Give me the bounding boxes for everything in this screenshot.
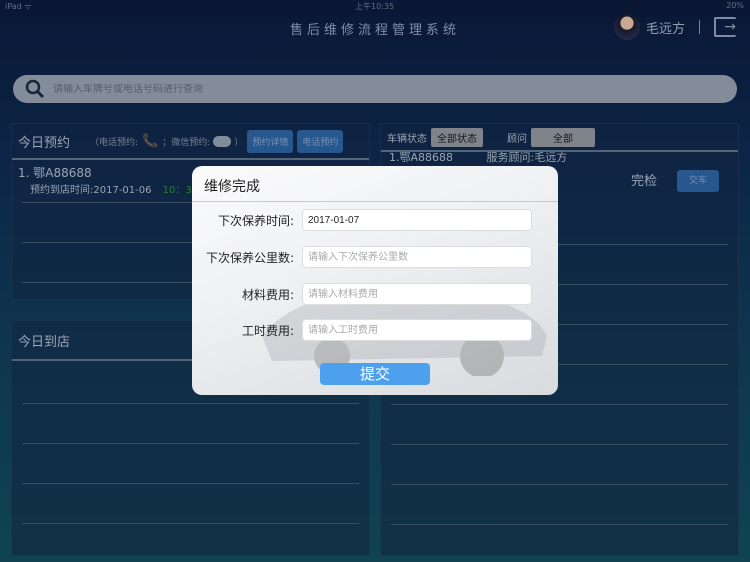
user-name: 毛远方 — [645, 21, 685, 37]
appointment-time: 预约到店时间:2017-01-06 — [30, 185, 152, 196]
material-cost-input[interactable] — [302, 283, 532, 305]
advisor-filter-label: 顾问 — [507, 133, 527, 145]
next-service-mileage-input[interactable] — [302, 246, 532, 268]
labor-cost-label: 工时费用: — [241, 323, 294, 338]
search-input[interactable] — [53, 83, 653, 95]
arrivals-title: 今日到店 — [18, 334, 71, 350]
repair-complete-dialog: 维修完成 下次保养时间: 下次保养公里数: 材料费用: 工时费用: 提交 — [192, 166, 558, 395]
device-label: iPad ᯤ — [5, 2, 32, 11]
next-service-date-input[interactable] — [302, 209, 532, 231]
wechat-icon — [213, 135, 232, 147]
next-service-date-label: 下次保养时间: — [217, 213, 294, 228]
divider — [699, 20, 700, 34]
status-select[interactable]: 全部状态 — [431, 127, 483, 147]
vehicle-state: 完检 — [631, 174, 658, 189]
advisor: 服务顾问:毛远方 — [486, 151, 568, 164]
logout-icon[interactable]: → — [714, 17, 736, 37]
clock: 上午10:35 — [355, 2, 395, 11]
phone-icon: 📞 — [142, 133, 159, 149]
dialog-title: 维修完成 — [192, 166, 558, 202]
battery: 20% — [726, 1, 744, 10]
search-icon[interactable] — [25, 79, 45, 99]
legend-end: ） — [234, 137, 244, 148]
submit-button[interactable]: 提交 — [320, 363, 430, 385]
deliver-button[interactable]: 交车 — [677, 170, 720, 192]
wechat-legend: ；微信预约: — [162, 137, 211, 148]
search-bar — [13, 75, 737, 103]
phone-appointment-button[interactable]: 电话预约 — [297, 129, 344, 153]
labor-cost-input[interactable] — [302, 319, 532, 341]
avatar[interactable] — [613, 14, 640, 40]
appointment-detail-button[interactable]: 预约详情 — [247, 129, 294, 153]
plate: 1.鄂A88688 — [389, 151, 454, 164]
phone-legend: （电话预约: — [90, 137, 139, 148]
material-cost-label: 材料费用: — [241, 287, 294, 302]
advisor-select[interactable]: 全部 — [531, 127, 595, 147]
status-filter-label: 车辆状态 — [387, 133, 427, 145]
user-area: 毛远方 → — [613, 14, 736, 40]
appointments-title: 今日预约 — [18, 135, 71, 151]
status-bar: iPad ᯤ 上午10:35 20% — [0, 0, 750, 12]
next-service-mileage-label: 下次保养公里数: — [205, 250, 294, 265]
